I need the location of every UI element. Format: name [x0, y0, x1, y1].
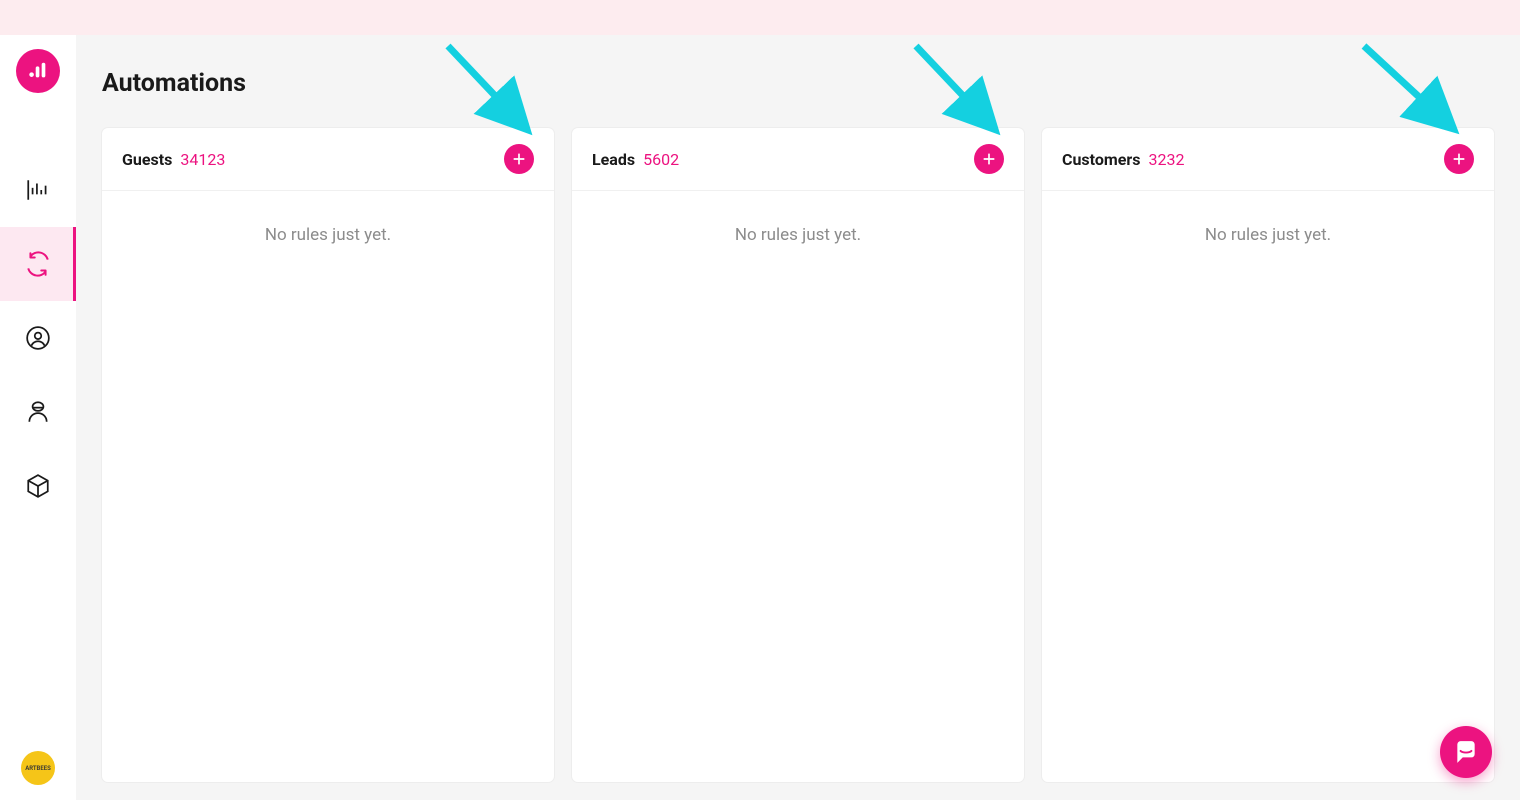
column-body-guests: No rules just yet. [102, 191, 554, 782]
sidebar-item-products[interactable] [0, 449, 76, 523]
automation-columns: Guests 34123 No rules just yet. Leads 56… [102, 128, 1494, 782]
sidebar-item-users[interactable] [0, 375, 76, 449]
sidebar-item-contacts[interactable] [0, 301, 76, 375]
column-count: 34123 [180, 150, 225, 169]
column-title: Leads [592, 150, 635, 169]
column-body-leads: No rules just yet. [572, 191, 1024, 782]
column-body-customers: No rules just yet. [1042, 191, 1494, 782]
column-customers: Customers 3232 No rules just yet. [1042, 128, 1494, 782]
column-count: 3232 [1148, 150, 1184, 169]
app-container: ARTBEES Automations Guests 34123 No rule… [0, 35, 1520, 800]
column-header-leads: Leads 5602 [572, 128, 1024, 191]
plus-icon [981, 151, 997, 167]
refresh-icon [25, 251, 51, 277]
sidebar-item-analytics[interactable] [0, 153, 76, 227]
column-header-guests: Guests 34123 [102, 128, 554, 191]
user-icon [25, 399, 51, 425]
empty-state-text: No rules just yet. [735, 225, 861, 245]
column-header-customers: Customers 3232 [1042, 128, 1494, 191]
column-count: 5602 [643, 150, 679, 169]
plus-icon [511, 151, 527, 167]
user-avatar[interactable]: ARTBEES [21, 751, 55, 785]
column-title: Customers [1062, 150, 1140, 169]
sidebar-avatar-container: ARTBEES [21, 751, 55, 785]
column-guests: Guests 34123 No rules just yet. [102, 128, 554, 782]
bar-chart-icon [25, 177, 51, 203]
empty-state-text: No rules just yet. [1205, 225, 1331, 245]
chat-icon [1453, 739, 1479, 765]
nav-items [0, 153, 76, 523]
column-title: Guests [122, 150, 172, 169]
sidebar: ARTBEES [0, 35, 76, 800]
top-banner [0, 0, 1520, 35]
sidebar-item-automations[interactable] [0, 227, 76, 301]
add-rule-button-customers[interactable] [1444, 144, 1474, 174]
page-title: Automations [102, 69, 1494, 98]
empty-state-text: No rules just yet. [265, 225, 391, 245]
main-content: Automations Guests 34123 No rules just y… [76, 35, 1520, 800]
cube-icon [25, 473, 51, 499]
app-logo[interactable] [16, 49, 60, 93]
add-rule-button-guests[interactable] [504, 144, 534, 174]
person-circle-icon [25, 325, 51, 351]
chat-fab[interactable] [1440, 726, 1492, 778]
avatar-label: ARTBEES [25, 765, 51, 772]
plus-icon [1451, 151, 1467, 167]
add-rule-button-leads[interactable] [974, 144, 1004, 174]
column-leads: Leads 5602 No rules just yet. [572, 128, 1024, 782]
chart-logo-icon [27, 60, 49, 82]
